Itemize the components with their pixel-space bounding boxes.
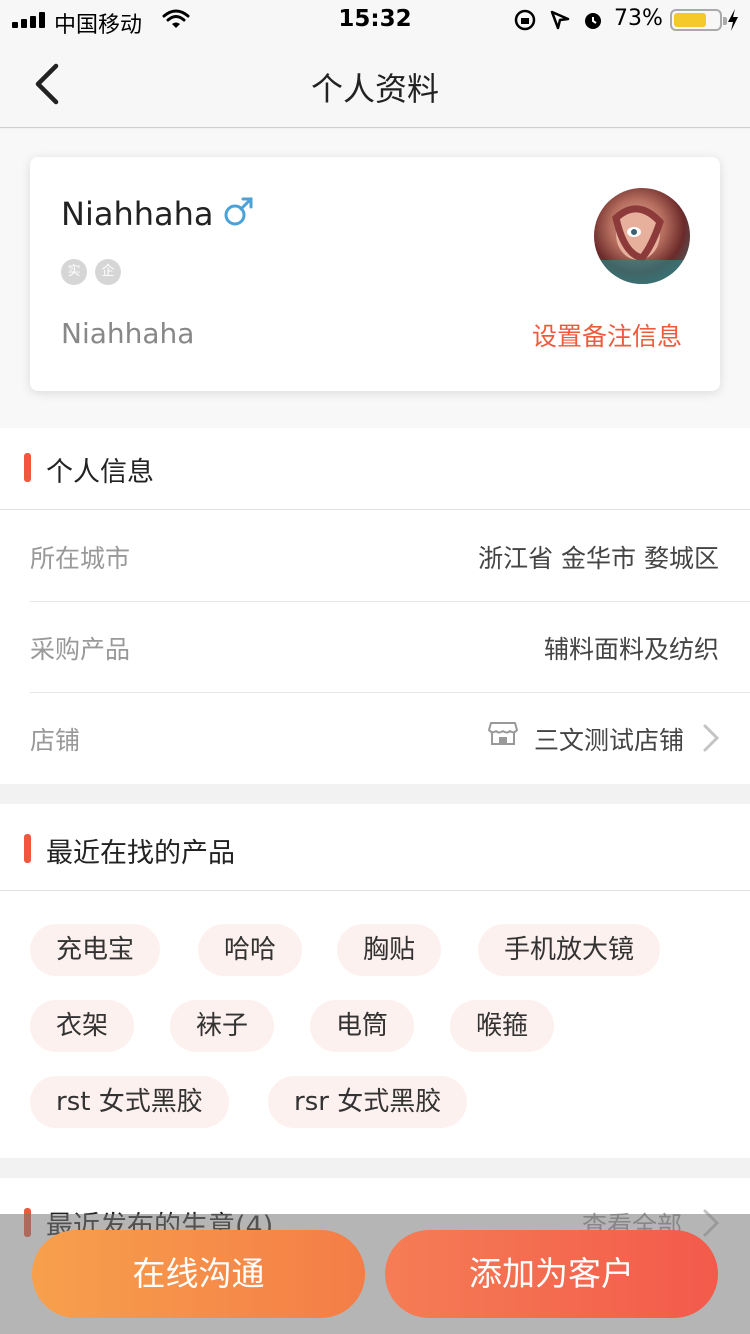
info-row-shop[interactable]: 店铺 三文测试店铺: [0, 693, 750, 784]
product-tag[interactable]: 电筒: [310, 1000, 415, 1052]
male-icon: [224, 197, 253, 226]
store-icon: [488, 722, 518, 745]
section-accent-bar: [24, 834, 31, 863]
product-tag[interactable]: 哈哈: [198, 924, 303, 976]
chevron-right-icon: [703, 724, 720, 752]
nav-bar: 个人资料: [0, 40, 750, 128]
charging-icon: [728, 9, 738, 31]
info-row-products: 采购产品 辅料面料及纺织: [0, 602, 750, 693]
section-accent-bar: [24, 453, 31, 482]
status-icons: [514, 9, 601, 31]
rotation-lock-icon: [514, 9, 536, 31]
battery-percent: 73%: [614, 6, 663, 31]
page-title: 个人资料: [310, 70, 439, 108]
section-title: 最近在找的产品: [46, 838, 235, 869]
enterprise-badge: 企: [95, 259, 121, 285]
product-tag[interactable]: 胸贴: [337, 924, 442, 976]
status-bar: 中国移动 15:32 73%: [0, 0, 750, 40]
products-value: 辅料面料及纺织: [543, 635, 719, 664]
profile-nickname: Niahhaha: [61, 317, 195, 350]
product-tag[interactable]: 充电宝: [30, 924, 161, 976]
battery-icon: [670, 9, 727, 31]
chat-online-button[interactable]: 在线沟通: [32, 1230, 365, 1318]
avatar[interactable]: [594, 188, 690, 284]
product-tag[interactable]: rst 女式黑胶: [30, 1076, 229, 1128]
alarm-icon: [585, 13, 601, 29]
products-label: 采购产品: [30, 635, 131, 664]
profile-name: Niahhaha: [61, 195, 214, 233]
add-customer-button[interactable]: 添加为客户: [385, 1230, 718, 1318]
info-row-city: 所在城市 浙江省 金华市 婺城区: [0, 511, 750, 602]
product-tag[interactable]: 喉箍: [450, 1000, 555, 1052]
personal-info-header: 个人信息: [0, 428, 750, 510]
recent-products-section: 最近在找的产品 充电宝 哈哈 胸贴 手机放大镜 衣架 袜子 电筒 喉箍 rst …: [0, 804, 750, 1158]
shop-value: 三文测试店铺: [533, 726, 684, 755]
avatar-photo: [594, 205, 690, 284]
set-remark-link[interactable]: 设置备注信息: [532, 317, 682, 353]
recent-products-header: 最近在找的产品: [0, 809, 750, 891]
real-name-badge: 实: [61, 259, 87, 285]
product-tag[interactable]: 衣架: [30, 1000, 135, 1052]
shop-label: 店铺: [30, 726, 81, 755]
personal-info-section: 个人信息 所在城市 浙江省 金华市 婺城区 采购产品 辅料面料及纺织 店铺 三文…: [0, 428, 750, 784]
location-icon: [550, 10, 570, 30]
section-title: 个人信息: [46, 457, 154, 488]
product-tag[interactable]: 袜子: [170, 1000, 275, 1052]
product-tag[interactable]: 手机放大镜: [478, 924, 661, 976]
product-tag[interactable]: rsr 女式黑胶: [268, 1076, 468, 1128]
profile-card: Niahhaha 实 企 Niahhaha 设置备注信息: [30, 157, 720, 391]
city-label: 所在城市: [30, 544, 131, 573]
city-value: 浙江省 金华市 婺城区: [478, 544, 719, 573]
